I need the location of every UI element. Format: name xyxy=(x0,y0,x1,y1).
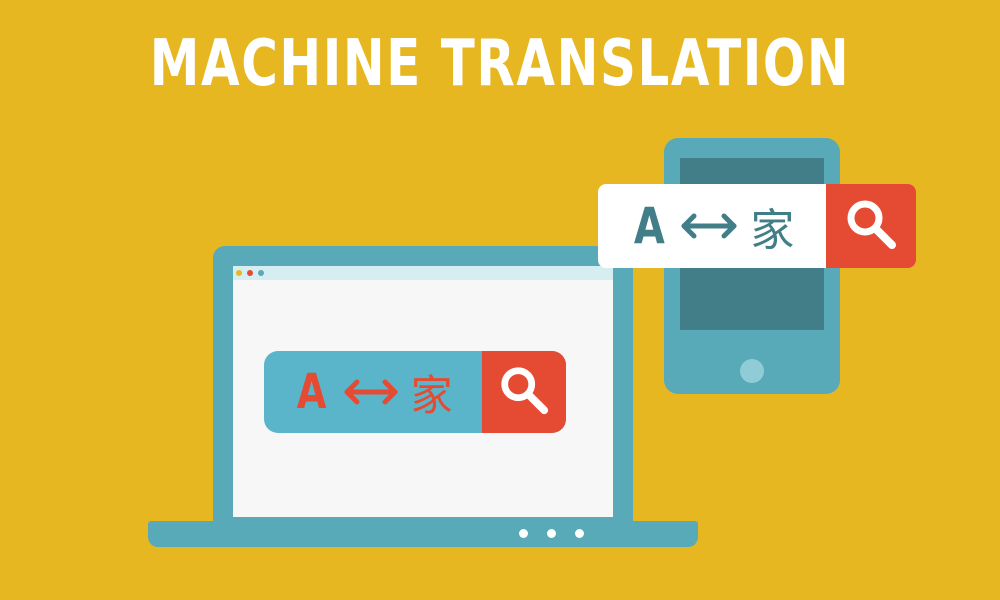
phone-home-button xyxy=(740,359,764,383)
page-title: MACHINE TRANSLATION xyxy=(149,27,851,101)
target-glyph: 家 xyxy=(750,205,795,256)
window-dot-red xyxy=(247,270,253,276)
laptop-translation-search-box: A 家 xyxy=(264,351,566,433)
laptop-translation-field[interactable]: A 家 xyxy=(264,351,482,433)
laptop-indicator-dot xyxy=(575,529,584,538)
target-glyph: 家 xyxy=(410,370,453,420)
laptop-base xyxy=(148,521,698,547)
phone-translation-search-box: A 家 xyxy=(598,184,916,268)
laptop-search-button[interactable] xyxy=(482,351,566,433)
source-letter: A xyxy=(633,197,665,255)
phone-search-button[interactable] xyxy=(826,184,916,268)
laptop-indicator-dot xyxy=(519,529,528,538)
window-dot-blue xyxy=(258,270,264,276)
double-arrow-icon xyxy=(341,378,401,406)
window-dot-yellow xyxy=(236,270,242,276)
source-letter: A xyxy=(297,364,327,420)
laptop-indicator-dot xyxy=(547,529,556,538)
phone-translation-field[interactable]: A 家 xyxy=(598,184,826,268)
search-icon xyxy=(843,196,899,256)
search-icon xyxy=(497,363,551,421)
browser-titlebar xyxy=(233,266,613,280)
double-arrow-icon xyxy=(678,212,740,240)
